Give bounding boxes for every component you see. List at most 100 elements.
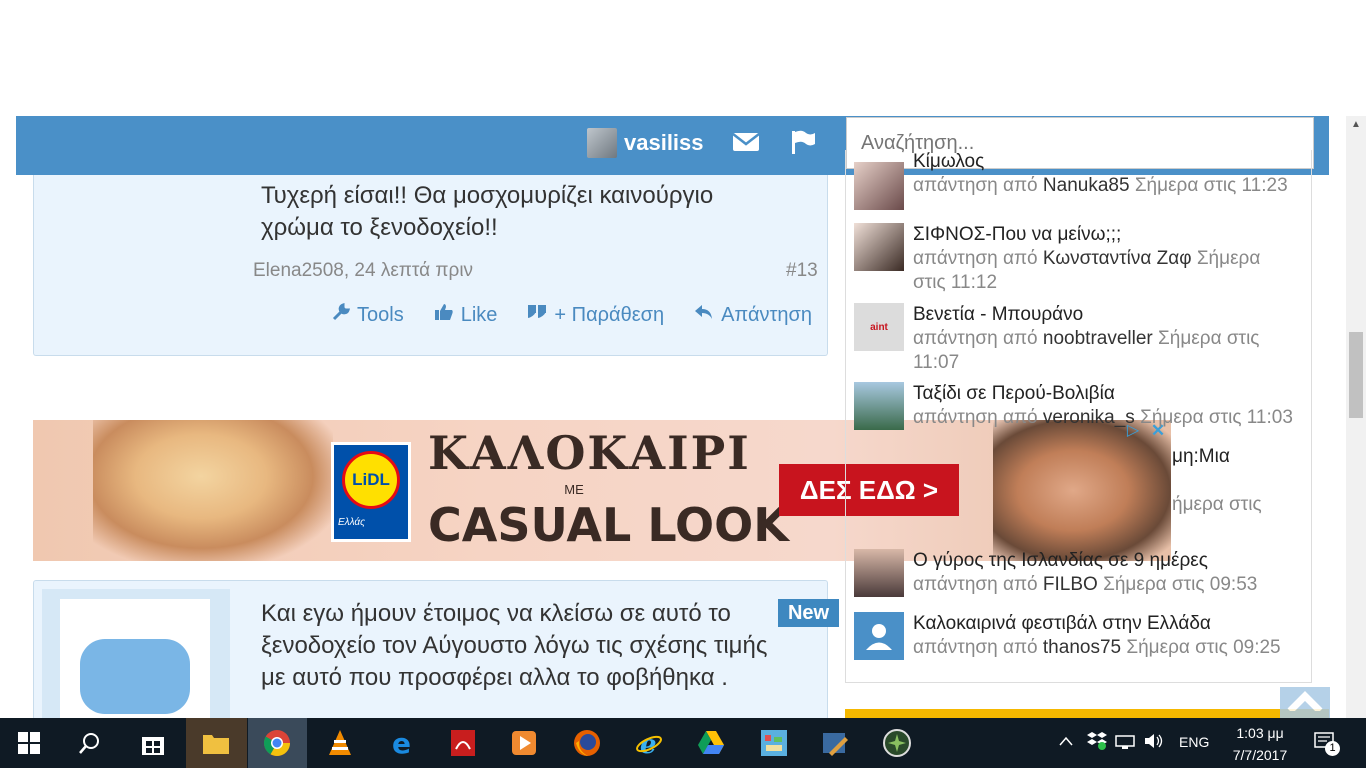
chevron-up-icon: [1287, 691, 1323, 711]
reply-prefix: απάντηση από: [913, 407, 1038, 428]
suitcase-image: [80, 639, 190, 714]
sidebar-item-title[interactable]: Ταξίδι σε Περού-Βολιβία: [913, 382, 1313, 406]
reply-time: Σήμερα στις 11:23: [1134, 175, 1288, 196]
latest-replies-sidebar: Κίμωλος απάντηση από Nanuka85 Σήμερα στι…: [845, 150, 1312, 683]
reply-user[interactable]: thanos75: [1043, 637, 1121, 658]
sidebar-item-title[interactable]: Κίμωλος: [913, 150, 1288, 174]
vlc-icon[interactable]: [321, 724, 359, 762]
user-avatar: [587, 128, 617, 158]
post-number[interactable]: #13: [786, 260, 818, 282]
sidebar-item[interactable]: Ταξίδι σε Περού-Βολιβία απάντηση από ver…: [854, 382, 1313, 430]
photo-app-icon[interactable]: [755, 724, 793, 762]
reply-arrow-icon: [694, 303, 714, 327]
quote-label: + Παράθεση: [554, 303, 665, 326]
clock[interactable]: 1:03 μμ 7/7/2017: [1226, 722, 1294, 766]
sidebar-item[interactable]: Κίμωλος απάντηση από Nanuka85 Σήμερα στι…: [854, 151, 1288, 210]
forum-post: Και εγω ήμουν έτοιμος να κλείσω σε αυτό …: [33, 580, 828, 721]
svg-text:e: e: [640, 730, 657, 757]
sidebar-item[interactable]: Καλοκαιρινά φεστιβάλ στην Ελλάδα απάντησ…: [854, 612, 1313, 660]
clock-time: 1:03 μμ: [1236, 725, 1284, 741]
thumbs-up-icon: [434, 303, 454, 327]
reply-user[interactable]: veronika_s: [1043, 407, 1135, 428]
wrench-icon: [332, 302, 351, 327]
reply-prefix: απάντηση από: [913, 574, 1038, 595]
sidebar-item[interactable]: Ο γύρος της Ισλανδίας σε 9 ημέρες απάντη…: [854, 549, 1313, 597]
edge-icon[interactable]: e: [383, 724, 421, 762]
chrome-icon[interactable]: [258, 724, 296, 762]
media-player-icon[interactable]: [505, 724, 543, 762]
lidl-logo-sub: Ελλάς: [338, 517, 365, 528]
chevron-up-icon[interactable]: [1058, 734, 1074, 750]
reply-prefix: απάντηση από: [913, 637, 1038, 658]
back-to-top-button[interactable]: [1280, 687, 1330, 718]
reply-user[interactable]: Nanuka85: [1043, 175, 1130, 196]
internet-explorer-icon[interactable]: e: [630, 724, 668, 762]
post-avatar[interactable]: [60, 599, 210, 721]
flag-icon[interactable]: [790, 129, 816, 159]
reply-user[interactable]: Κωνσταντίνα Ζαφ: [1043, 248, 1192, 269]
quote-button[interactable]: + Παράθεση: [527, 303, 664, 327]
post-avatar-panel: [42, 589, 230, 721]
notification-count: 1: [1325, 741, 1340, 756]
sidebar-thumb: [854, 382, 904, 430]
forum-post: Τυχερή είσαι!! Θα μοσχομυρίζει καινούργι…: [33, 175, 828, 356]
envelope-icon[interactable]: [732, 130, 760, 158]
post-actions: Tools Like + Παράθεση Απάντηση: [332, 302, 812, 327]
sidebar-item-title[interactable]: Καλοκαιρινά φεστιβάλ στην Ελλάδα: [913, 612, 1313, 636]
image-editor-icon[interactable]: [816, 724, 854, 762]
sidebar-item[interactable]: aint Βενετία - Μπουράνο απάντηση από noo…: [854, 303, 1293, 375]
reply-user[interactable]: noobtraveller: [1043, 328, 1153, 349]
like-button[interactable]: Like: [434, 303, 497, 327]
sidebar-item-title-fragment[interactable]: μη:Μια: [1172, 445, 1230, 469]
language-indicator[interactable]: ENG: [1179, 734, 1209, 750]
reply-prefix: απάντηση από: [913, 328, 1038, 349]
firefox-icon[interactable]: [568, 724, 606, 762]
reply-time-fragment: ήμερα στις: [1172, 494, 1262, 515]
dropbox-icon[interactable]: [1086, 731, 1108, 754]
post-author-time[interactable]: Elena2508, 24 λεπτά πριν: [253, 260, 473, 282]
store-icon[interactable]: [134, 724, 172, 762]
file-explorer-icon[interactable]: [197, 724, 235, 762]
google-drive-icon[interactable]: [692, 724, 730, 762]
scrollbar-thumb[interactable]: [1349, 332, 1363, 418]
tools-label: Tools: [357, 303, 404, 326]
volume-icon[interactable]: [1143, 732, 1165, 753]
svg-text:e: e: [392, 729, 411, 757]
clock-date: 7/7/2017: [1232, 747, 1288, 763]
ad-woman-image: [93, 420, 333, 561]
sidebar-thumb: [854, 162, 904, 210]
app-icon[interactable]: [878, 724, 916, 762]
tools-button[interactable]: Tools: [332, 302, 404, 327]
reply-button[interactable]: Απάντηση: [694, 303, 812, 327]
sidebar-item-title[interactable]: Ο γύρος της Ισλανδίας σε 9 ημέρες: [913, 549, 1313, 573]
post-text: Τυχερή είσαι!! Θα μοσχομυρίζει καινούργι…: [261, 182, 714, 241]
ad-subline: ΜΕ: [564, 482, 584, 497]
search-icon[interactable]: [71, 724, 109, 762]
lidl-logo-text: LiDL: [342, 451, 400, 509]
sidebar-item-title[interactable]: ΣΙΦΝΟΣ-Που να μείνω;;;: [913, 223, 1293, 247]
lidl-logo: LiDL Ελλάς: [331, 442, 411, 542]
reply-time: Σήμερα στις 09:53: [1103, 574, 1258, 595]
ad-headline: ΚΑΛΟΚΑΙΡΙ: [428, 426, 751, 480]
ad-tagline: CASUAL LOOK: [428, 498, 789, 552]
notification-center-icon[interactable]: 1: [1313, 731, 1340, 756]
reply-user[interactable]: FILBO: [1043, 574, 1098, 595]
sidebar-thumb: [854, 223, 904, 271]
reply-label: Απάντηση: [721, 303, 813, 326]
acrobat-icon[interactable]: [444, 724, 482, 762]
sidebar-item[interactable]: ΣΙΦΝΟΣ-Που να μείνω;;; απάντηση από Κωνσ…: [854, 223, 1293, 295]
username: vasiliss: [624, 130, 704, 155]
windows-start-icon[interactable]: [10, 724, 48, 762]
user-menu[interactable]: vasiliss: [587, 128, 704, 158]
sidebar-item-title[interactable]: Βενετία - Μπουράνο: [913, 303, 1293, 327]
sidebar-next-block: [845, 709, 1329, 718]
scroll-up-arrow-icon[interactable]: ▲: [1349, 118, 1363, 132]
default-user-icon: [854, 612, 904, 660]
quote-icon: [527, 303, 547, 327]
reply-time: Σήμερα στις 09:25: [1126, 637, 1281, 658]
reply-prefix: απάντηση από: [913, 175, 1038, 196]
post-text: Και εγω ήμουν έτοιμος να κλείσω σε αυτό …: [261, 600, 768, 691]
network-icon[interactable]: [1114, 732, 1136, 753]
new-badge: New: [778, 599, 839, 627]
sidebar-thumb: aint: [854, 303, 904, 351]
